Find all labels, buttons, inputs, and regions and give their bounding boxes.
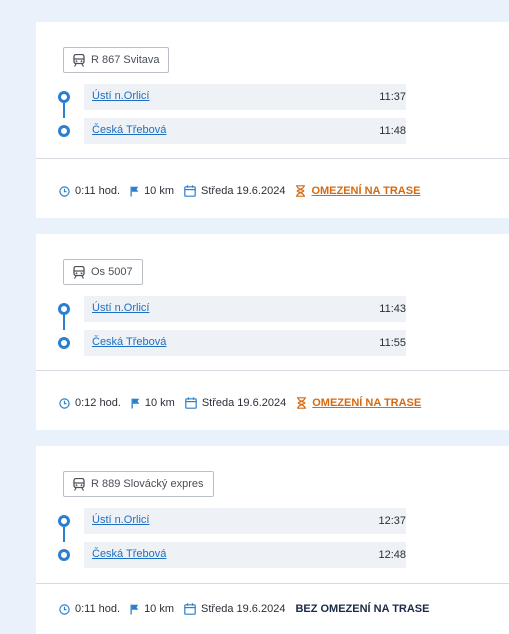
date: Středa 19.6.2024	[201, 397, 287, 409]
stop-time: 11:55	[379, 337, 406, 349]
calendar-icon	[184, 603, 196, 615]
stop-time: 11:43	[379, 303, 406, 315]
hourglass-icon	[296, 185, 306, 197]
divider	[36, 370, 509, 371]
date: Středa 19.6.2024	[201, 185, 286, 197]
distance: 10 km	[144, 185, 175, 197]
flag-icon	[130, 604, 139, 614]
train-icon	[73, 265, 85, 279]
restriction-link[interactable]: OMEZENÍ NA TRASE	[311, 185, 420, 197]
distance: 10 km	[144, 603, 175, 615]
stop-dot-icon	[58, 91, 70, 103]
stop-link[interactable]: Ústí n.Orlicí	[92, 90, 149, 102]
stop-dot-icon	[58, 125, 70, 137]
train-icon	[73, 477, 85, 491]
stop-dot-icon	[58, 515, 70, 527]
stop-row: Ústí n.Orlicí 12:37	[58, 508, 408, 542]
hourglass-icon	[297, 397, 307, 409]
stop-link[interactable]: Ústí n.Orlicí	[92, 514, 149, 526]
stop-dot-icon	[58, 303, 70, 315]
train-icon	[73, 53, 85, 67]
train-badge[interactable]: Os 5007	[63, 259, 143, 285]
restriction-status: BEZ OMEZENÍ NA TRASE	[295, 603, 430, 615]
date: Středa 19.6.2024	[201, 603, 286, 615]
restriction-link[interactable]: OMEZENÍ NA TRASE	[312, 397, 421, 409]
train-name: Os 5007	[91, 266, 133, 278]
route-line	[63, 527, 65, 542]
train-name: R 889 Slovácký expres	[91, 478, 204, 490]
stop-row: Česká Třebová 11:48	[58, 118, 408, 144]
connection-info: 0:12 hod. 10 km Středa 19.6.2024 OMEZENÍ…	[59, 397, 431, 409]
train-badge[interactable]: R 889 Slovácký expres	[63, 471, 214, 497]
stop-time: 11:48	[379, 125, 406, 137]
connection-info: 0:11 hod. 10 km Středa 19.6.2024 BEZ OME…	[59, 603, 439, 615]
stop-row: Česká Třebová 12:48	[58, 542, 408, 568]
flag-icon	[130, 186, 139, 196]
divider	[36, 583, 509, 584]
route-line	[63, 315, 65, 330]
clock-icon	[59, 603, 70, 615]
stop-time: 12:37	[378, 515, 406, 527]
duration: 0:11 hod.	[75, 603, 121, 615]
stop-row: Ústí n.Orlicí 11:37	[58, 84, 408, 118]
clock-icon	[59, 185, 70, 197]
calendar-icon	[184, 185, 196, 197]
train-name: R 867 Svitava	[91, 54, 160, 66]
stop-dot-icon	[58, 549, 70, 561]
connection-card: R 867 Svitava Ústí n.Orlicí 11:37 Česká …	[36, 22, 509, 218]
route-line	[63, 103, 65, 118]
clock-icon	[59, 397, 70, 409]
flag-icon	[131, 398, 140, 408]
duration: 0:12 hod.	[75, 397, 121, 409]
train-badge[interactable]: R 867 Svitava	[63, 47, 170, 73]
duration: 0:11 hod.	[75, 185, 121, 197]
connection-card: R 889 Slovácký expres Ústí n.Orlicí 12:3…	[36, 446, 509, 634]
distance: 10 km	[144, 397, 175, 409]
divider	[36, 158, 509, 159]
connection-info: 0:11 hod. 10 km Středa 19.6.2024 OMEZENÍ…	[59, 185, 430, 197]
stop-link[interactable]: Česká Třebová	[92, 548, 166, 560]
stop-time: 11:37	[379, 91, 406, 103]
stop-link[interactable]: Česká Třebová	[92, 336, 166, 348]
stop-row: Ústí n.Orlicí 11:43	[58, 296, 408, 330]
stop-dot-icon	[58, 337, 70, 349]
stop-time: 12:48	[378, 549, 406, 561]
stop-link[interactable]: Česká Třebová	[92, 124, 166, 136]
stop-link[interactable]: Ústí n.Orlicí	[92, 302, 149, 314]
connection-card: Os 5007 Ústí n.Orlicí 11:43 Česká Třebov…	[36, 234, 509, 430]
calendar-icon	[185, 397, 197, 409]
stop-row: Česká Třebová 11:55	[58, 330, 408, 356]
